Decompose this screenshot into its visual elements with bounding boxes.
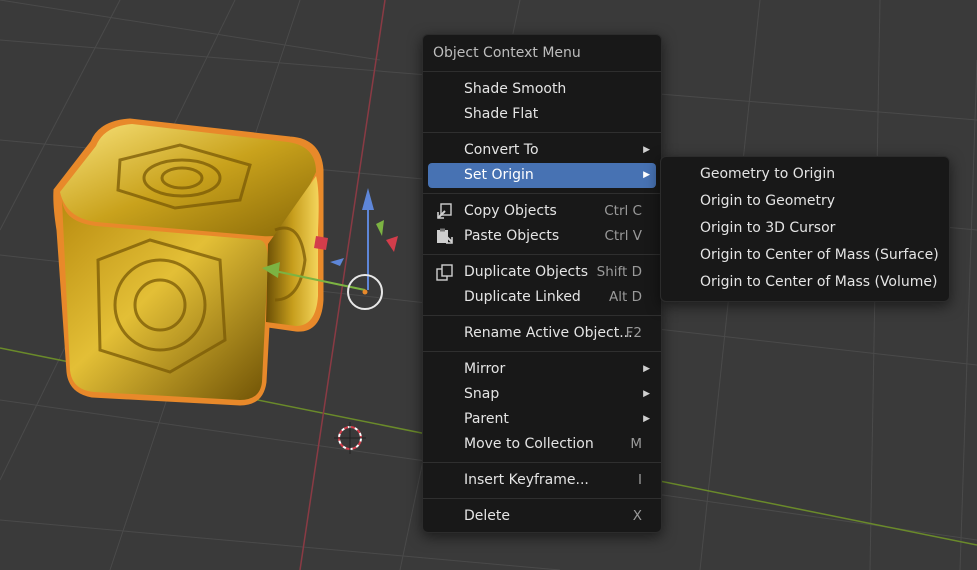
duplicate-icon [436,264,453,281]
menu-item-copy-objects[interactable]: Copy Objects Ctrl C [428,199,656,224]
paste-icon [437,228,453,244]
3d-cursor[interactable] [334,422,366,454]
gold-cube-object[interactable] [53,118,324,406]
menu-item-label: Duplicate Objects [464,264,589,280]
menu-item-label: Set Origin [464,167,534,183]
menu-item-shade-smooth[interactable]: Shade Smooth [428,77,656,102]
menu-separator [423,254,661,255]
submenu-item-origin-to-geometry[interactable]: Origin to Geometry [666,188,944,215]
submenu-arrow-icon: ▶ [643,414,650,424]
menu-item-rename-active-object[interactable]: Rename Active Object... F2 [428,321,656,346]
menu-separator [423,351,661,352]
menu-separator [423,498,661,499]
submenu-item-origin-to-center-of-mass-surface[interactable]: Origin to Center of Mass (Surface) [666,242,944,269]
shortcut-label: Shift D [596,264,642,280]
shortcut-label: I [638,472,642,488]
menu-item-label: Origin to Center of Mass (Surface) [700,247,939,263]
menu-item-label: Snap [464,386,500,402]
menu-item-duplicate-linked[interactable]: Duplicate Linked Alt D [428,285,656,310]
menu-item-label: Insert Keyframe... [464,472,589,488]
submenu-arrow-icon: ▶ [643,145,650,155]
menu-item-label: Shade Smooth [464,81,567,97]
menu-item-label: Move to Collection [464,436,594,452]
menu-item-convert-to[interactable]: Convert To ▶ [428,138,656,163]
menu-item-label: Shade Flat [464,106,539,122]
menu-item-label: Convert To [464,142,539,158]
submenu-item-origin-to-3d-cursor[interactable]: Origin to 3D Cursor [666,215,944,242]
menu-item-label: Origin to Geometry [700,193,836,209]
menu-separator [423,462,661,463]
menu-item-duplicate-objects[interactable]: Duplicate Objects Shift D [428,260,656,285]
menu-item-label: Duplicate Linked [464,289,581,305]
submenu-arrow-icon: ▶ [643,170,650,180]
menu-item-shade-flat[interactable]: Shade Flat [428,102,656,127]
submenu-item-origin-to-center-of-mass-volume[interactable]: Origin to Center of Mass (Volume) [666,269,944,296]
menu-separator [423,315,661,316]
shortcut-label: X [632,508,642,524]
menu-item-move-to-collection[interactable]: Move to Collection M [428,432,656,457]
menu-item-label: Copy Objects [464,203,557,219]
menu-item-delete[interactable]: Delete X [428,504,656,529]
submenu-arrow-icon: ▶ [643,389,650,399]
menu-title: Object Context Menu [423,35,661,72]
menu-item-snap[interactable]: Snap ▶ [428,382,656,407]
copy-icon [437,203,452,219]
menu-item-label: Paste Objects [464,228,560,244]
menu-item-parent[interactable]: Parent ▶ [428,407,656,432]
menu-item-label: Geometry to Origin [700,166,836,182]
submenu-item-geometry-to-origin[interactable]: Geometry to Origin [666,161,944,188]
shortcut-label: M [630,436,642,452]
menu-separator [423,193,661,194]
menu-item-label: Mirror [464,361,506,377]
menu-item-label: Parent [464,411,509,427]
menu-item-insert-keyframe[interactable]: Insert Keyframe... I [428,468,656,493]
menu-item-set-origin[interactable]: Set Origin ▶ [428,163,656,188]
menu-item-paste-objects[interactable]: Paste Objects Ctrl V [428,224,656,249]
menu-item-label: Origin to 3D Cursor [700,220,836,236]
submenu-arrow-icon: ▶ [643,364,650,374]
shortcut-label: Alt D [609,289,642,305]
menu-item-label: Rename Active Object... [464,325,633,341]
shortcut-label: Ctrl C [604,203,642,219]
object-context-menu: Object Context Menu Shade Smooth Shade F… [422,34,662,533]
set-origin-submenu: Geometry to Origin Origin to Geometry Or… [660,156,950,302]
menu-separator [423,132,661,133]
menu-item-mirror[interactable]: Mirror ▶ [428,357,656,382]
menu-item-label: Delete [464,508,510,524]
shortcut-label: F2 [625,325,642,341]
menu-item-label: Origin to Center of Mass (Volume) [700,274,938,290]
shortcut-label: Ctrl V [604,228,642,244]
